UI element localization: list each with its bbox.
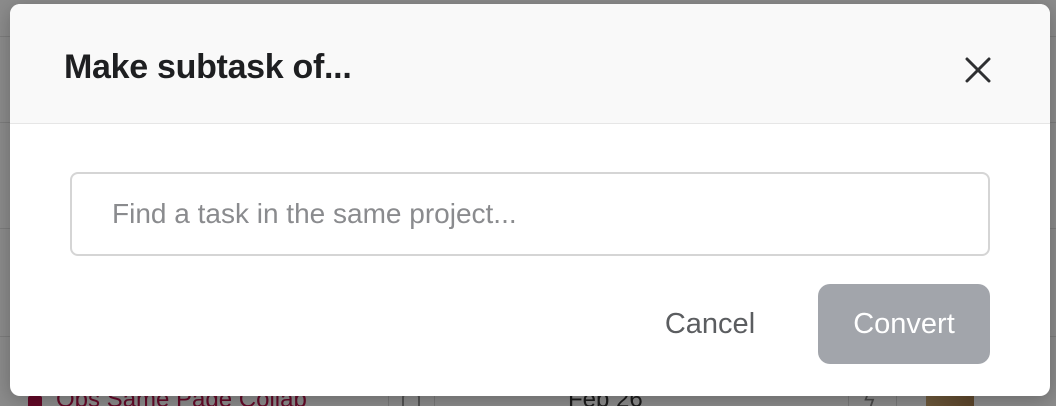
convert-button[interactable]: Convert <box>818 284 990 364</box>
make-subtask-dialog: Make subtask of... Cancel Convert <box>10 4 1050 396</box>
task-search-input[interactable] <box>70 172 990 256</box>
dialog-body: Cancel Convert <box>10 124 1050 396</box>
cancel-button[interactable]: Cancel <box>640 284 780 364</box>
dialog-header: Make subtask of... <box>10 4 1050 124</box>
close-button[interactable] <box>956 48 1000 92</box>
close-icon <box>965 57 991 83</box>
dialog-title: Make subtask of... <box>64 48 352 86</box>
